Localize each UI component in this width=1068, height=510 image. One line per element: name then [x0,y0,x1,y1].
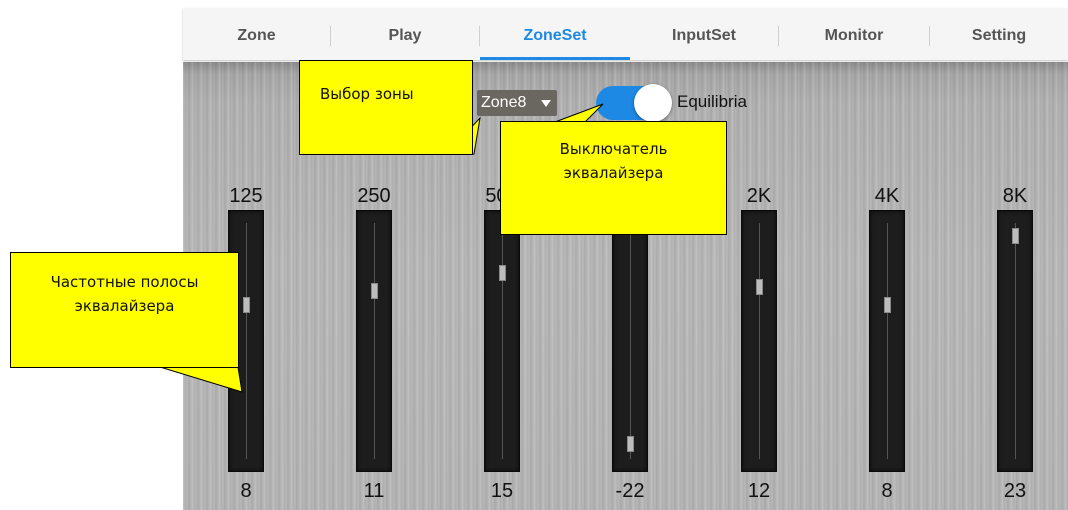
zone-callout-text: Выбор зоны [320,85,414,103]
toggle-callout-line1: Выключатель [559,140,668,158]
toggle-callout: Выключатель эквалайзера [500,121,727,235]
toggle-callout-pointer [554,103,604,123]
zone-callout: Выбор зоны [299,60,473,155]
bands-callout-pointer [159,366,243,393]
toggle-callout-line2: эквалайзера [563,164,664,182]
bands-callout: Частотные полосы эквалайзера [10,252,239,368]
bands-callout-line1: Частотные полосы [50,273,199,291]
bands-callout-line2: эквалайзера [74,297,175,315]
